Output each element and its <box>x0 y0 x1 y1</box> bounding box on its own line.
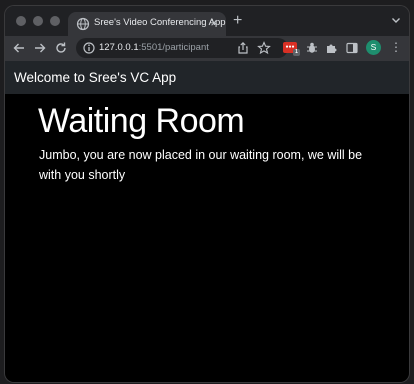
share-icon[interactable] <box>236 41 250 55</box>
navbar-brand[interactable]: Welcome to Sree's VC App <box>14 70 176 85</box>
profile-avatar[interactable]: S <box>366 40 381 55</box>
waiting-message: Jumbo, you are now placed in our waiting… <box>39 148 363 182</box>
close-window-button[interactable] <box>16 16 26 26</box>
globe-icon <box>76 17 90 31</box>
window-controls <box>16 16 60 26</box>
extension-icon[interactable]: ●●● 1 <box>283 42 300 56</box>
url-path: :5501/participant <box>138 42 209 53</box>
page-title: Waiting Room <box>38 102 245 140</box>
puzzle-extensions-icon[interactable] <box>324 41 338 55</box>
url-text[interactable]: 127.0.0.1:5501/participant <box>99 42 209 53</box>
tab-strip: Sree's Video Conferencing App × + <box>5 6 409 36</box>
back-arrow-icon[interactable] <box>12 41 26 55</box>
tab-title: Sree's Video Conferencing App <box>94 17 226 28</box>
tab-close-icon[interactable]: × <box>210 15 218 31</box>
browser-window: Sree's Video Conferencing App × + 127.0.… <box>5 6 409 382</box>
bookmark-star-icon[interactable] <box>257 41 271 55</box>
new-tab-button[interactable]: + <box>233 12 242 30</box>
browser-toolbar: 127.0.0.1:5501/participant ●●● 1 S ⋮ <box>5 36 409 61</box>
browser-tab[interactable]: Sree's Video Conferencing App × <box>68 12 226 36</box>
extension-count-badge: 1 <box>293 49 300 56</box>
url-host: 127.0.0.1 <box>99 42 139 53</box>
maximize-window-button[interactable] <box>50 16 60 26</box>
bug-extension-icon[interactable] <box>305 41 319 55</box>
forward-arrow-icon[interactable] <box>33 41 47 55</box>
browser-menu-icon[interactable]: ⋮ <box>390 39 402 55</box>
app-navbar: Welcome to Sree's VC App <box>5 61 409 94</box>
info-icon[interactable] <box>82 41 96 55</box>
page-viewport: Welcome to Sree's VC App Waiting Room Ju… <box>5 61 409 382</box>
reload-icon[interactable] <box>54 41 68 55</box>
side-panel-icon[interactable] <box>345 41 359 55</box>
chevron-down-icon[interactable] <box>391 15 401 25</box>
minimize-window-button[interactable] <box>33 16 43 26</box>
